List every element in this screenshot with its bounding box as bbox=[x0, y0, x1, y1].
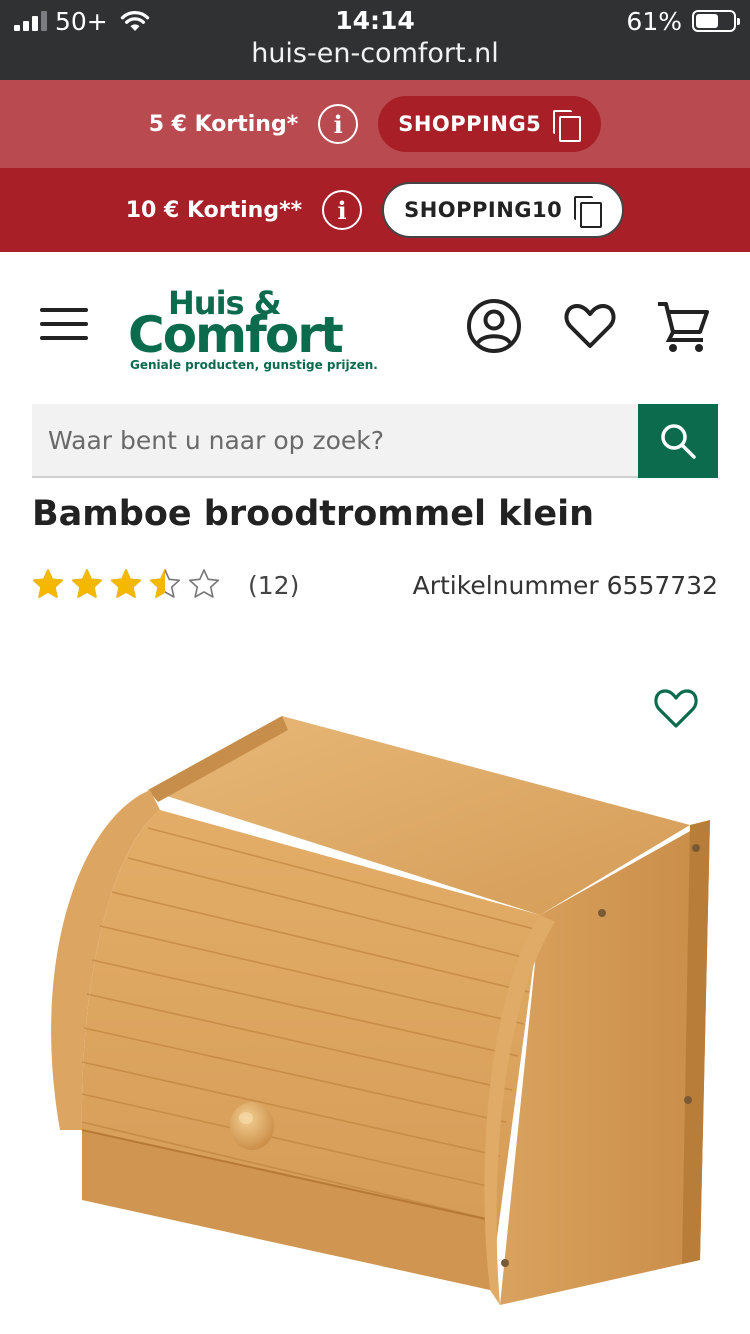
copy-code-button[interactable]: SHOPPING10 bbox=[382, 182, 625, 238]
product-image[interactable] bbox=[20, 660, 730, 1334]
info-icon[interactable]: i bbox=[322, 190, 363, 230]
logo-tagline: Geniale producten, gunstige prijzen. bbox=[130, 358, 378, 372]
status-right: 61% bbox=[626, 6, 740, 36]
site-header: Huis & Comfort Geniale producten, gunsti… bbox=[0, 252, 750, 402]
star-icon bbox=[188, 569, 220, 598]
promo-text: 10 € Korting** bbox=[125, 197, 303, 223]
star-icon bbox=[149, 569, 181, 598]
battery-percent: 61% bbox=[626, 6, 682, 36]
promo-code: SHOPPING10 bbox=[404, 198, 563, 222]
product-title: Bamboe broodtrommel klein bbox=[32, 494, 595, 534]
star-icon bbox=[32, 569, 64, 598]
rating-row: (12) Artikelnummer 6557732 bbox=[32, 566, 718, 608]
address-bar-url[interactable]: huis-en-comfort.nl bbox=[0, 38, 750, 69]
info-icon[interactable]: i bbox=[318, 104, 359, 144]
promo-bar-10: 10 € Korting** i SHOPPING10 bbox=[0, 168, 750, 252]
search-input[interactable] bbox=[32, 404, 638, 476]
copy-icon bbox=[553, 110, 582, 142]
review-count[interactable]: (12) bbox=[248, 571, 299, 600]
promo-code: SHOPPING5 bbox=[398, 112, 542, 136]
search-icon bbox=[661, 424, 696, 459]
account-icon[interactable] bbox=[466, 298, 522, 354]
heart-icon[interactable] bbox=[562, 298, 618, 354]
promo-bar-5: 5 € Korting* i SHOPPING5 bbox=[0, 80, 750, 168]
battery-icon bbox=[692, 10, 740, 32]
menu-icon[interactable] bbox=[40, 308, 88, 340]
cart-icon[interactable] bbox=[655, 298, 711, 354]
copy-icon bbox=[574, 196, 603, 228]
status-bar: 50+ 14:14 61% huis-en-comfort.nl bbox=[0, 0, 750, 80]
copy-code-button[interactable]: SHOPPING5 bbox=[378, 96, 602, 152]
star-icon bbox=[71, 569, 103, 598]
brand-logo[interactable]: Huis & Comfort Geniale producten, gunsti… bbox=[128, 284, 378, 376]
star-icon bbox=[110, 569, 142, 598]
heart-icon[interactable] bbox=[652, 686, 700, 730]
logo-text-main: Comfort bbox=[128, 306, 344, 364]
article-number: Artikelnummer 6557732 bbox=[412, 571, 718, 600]
star-rating[interactable] bbox=[32, 568, 220, 600]
search-bar bbox=[32, 404, 718, 478]
search-button[interactable] bbox=[638, 404, 718, 478]
promo-text: 5 € Korting* bbox=[148, 111, 299, 137]
